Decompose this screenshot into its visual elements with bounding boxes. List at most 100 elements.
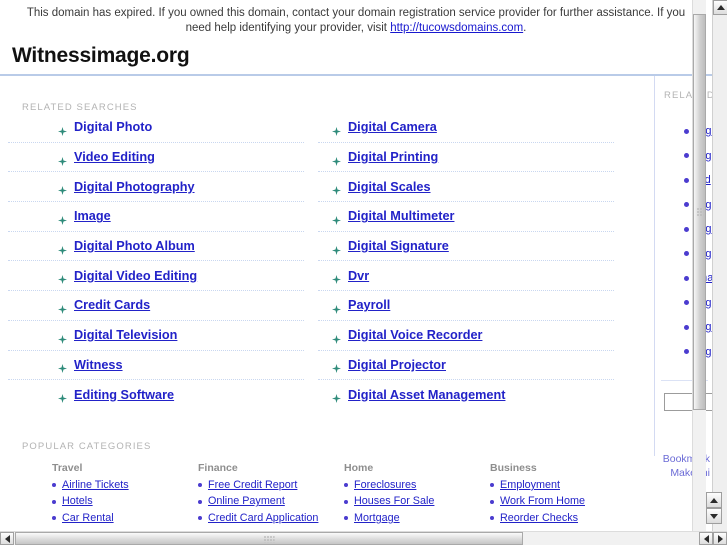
notice-text-after: . (523, 22, 527, 34)
category-item[interactable]: Reorder Checks (490, 510, 636, 527)
related-search-item[interactable]: Digital Photography (8, 172, 304, 203)
sparkle-bullet-icon (332, 331, 341, 344)
category-item[interactable]: Car Rental (52, 510, 198, 527)
sparkle-bullet-icon (58, 123, 67, 136)
scrollbar-grip-icon (263, 535, 275, 542)
related-searches-columns: Digital Photo Video Editing Digital Photog… (0, 113, 648, 409)
related-search-item[interactable]: Digital Projector (318, 351, 614, 381)
related-search-item[interactable]: Dvr (318, 261, 614, 292)
related-search-item[interactable]: Digital Scales (318, 172, 614, 203)
dot-bullet-icon (344, 516, 348, 521)
related-search-link[interactable]: Digital Television (74, 328, 177, 342)
sparkle-bullet-icon (58, 390, 67, 404)
related-search-item[interactable]: Digital Voice Recorder (318, 321, 614, 351)
related-search-link[interactable]: Payroll (348, 298, 390, 312)
related-search-link[interactable]: Digital Scales (348, 180, 431, 194)
scroll-left-button[interactable] (0, 532, 14, 545)
dot-bullet-icon (684, 128, 689, 134)
related-search-item[interactable]: Digital Multimeter (318, 202, 614, 232)
related-search-item[interactable]: Digital Camera (318, 113, 614, 143)
sparkle-bullet-icon (332, 360, 341, 374)
related-search-item[interactable]: Digital Printing (318, 143, 614, 173)
related-search-link[interactable]: Editing Software (74, 388, 174, 402)
tucows-domains-link[interactable]: http://tucowsdomains.com (390, 22, 523, 34)
inner-vertical-scrollbar-thumb[interactable] (693, 14, 706, 410)
category-item[interactable]: Online Payment (198, 493, 344, 510)
category-link[interactable]: Foreclosures (354, 477, 416, 494)
category-link[interactable]: Employment (500, 477, 560, 494)
category-link[interactable]: Hotels (62, 493, 93, 510)
related-search-item[interactable]: Editing Software (8, 380, 304, 409)
related-search-link[interactable]: Digital Video Editing (74, 269, 197, 283)
related-search-item[interactable]: Digital Video Editing (8, 261, 304, 292)
category-link[interactable]: Work From Home (500, 493, 585, 510)
category-item[interactable]: Work From Home (490, 493, 636, 510)
category-item[interactable]: Free Credit Report (198, 477, 344, 494)
related-search-item[interactable]: Digital Photo Album (8, 232, 304, 262)
horizontal-scrollbar[interactable] (0, 531, 727, 545)
related-search-item[interactable]: Image (8, 202, 304, 232)
scroll-right-button[interactable] (713, 532, 727, 545)
related-search-link[interactable]: Dvr (348, 269, 369, 283)
related-search-link[interactable]: Digital Projector (348, 358, 446, 372)
dot-bullet-icon (198, 499, 202, 504)
category-link[interactable]: Mortgage (354, 510, 400, 527)
category-item[interactable]: Foreclosures (344, 477, 490, 494)
scroll-left-button-secondary[interactable] (699, 532, 713, 545)
related-searches-label: RELATED SEARCHES (22, 102, 138, 113)
inner-vertical-scrollbar[interactable] (692, 0, 706, 531)
related-search-link[interactable]: Digital Printing (348, 150, 438, 164)
category-item[interactable]: Airline Tickets (52, 477, 198, 494)
dot-bullet-icon (684, 177, 689, 183)
related-searches-column-right: Digital Camera Digital Printing Digital Sc… (318, 113, 614, 409)
related-search-link[interactable]: Digital Camera (348, 120, 437, 134)
related-search-link[interactable]: Credit Cards (74, 298, 150, 312)
related-search-link[interactable]: Digital Photography (74, 180, 195, 194)
inner-scroll-up-button[interactable] (706, 492, 722, 508)
category-item[interactable]: Houses For Sale (344, 493, 490, 510)
popular-categories-columns: Travel Airline Tickets Hotels Car Rental Fin… (0, 452, 654, 527)
sparkle-bullet-icon (58, 331, 67, 344)
related-search-item[interactable]: Video Editing (8, 143, 304, 173)
related-search-link[interactable]: Digital Multimeter (348, 209, 454, 223)
related-search-link[interactable]: Image (74, 209, 111, 223)
related-search-item[interactable]: Witness (8, 351, 304, 381)
category-link[interactable]: Airline Tickets (62, 477, 129, 494)
dot-bullet-icon (198, 516, 202, 521)
category-link[interactable]: Credit Card Application (208, 510, 318, 527)
category-link[interactable]: Reorder Checks (500, 510, 578, 527)
inner-scroll-down-button[interactable] (706, 508, 722, 524)
related-search-item[interactable]: Digital Signature (318, 232, 614, 262)
related-search-link[interactable]: Digital Asset Management (348, 388, 505, 402)
domain-expiry-notice: This domain has expired. If you owned th… (0, 0, 712, 40)
sparkle-bullet-icon (58, 212, 67, 225)
scroll-up-button[interactable] (713, 0, 727, 15)
related-searches-section: RELATED SEARCHES Digital Photo Video Edit… (0, 76, 654, 409)
category-heading: Business (490, 461, 537, 474)
related-search-link[interactable]: Video Editing (74, 150, 155, 164)
dot-bullet-icon (490, 516, 494, 521)
related-search-link[interactable]: Digital Voice Recorder (348, 328, 482, 342)
related-search-item[interactable]: Credit Cards (8, 291, 304, 321)
related-search-link[interactable]: Digital Photo Album (74, 239, 195, 253)
horizontal-scrollbar-track[interactable] (523, 532, 699, 545)
category-item[interactable]: Employment (490, 477, 636, 494)
category-item[interactable]: Hotels (52, 493, 198, 510)
category-link[interactable]: Online Payment (208, 493, 285, 510)
category-item[interactable]: Credit Card Application (198, 510, 344, 527)
category-link[interactable]: Car Rental (62, 510, 114, 527)
category-link[interactable]: Free Credit Report (208, 477, 297, 494)
related-search-item[interactable]: Digital Asset Management (318, 380, 614, 409)
category-column: Finance Free Credit Report Online Payment C… (198, 462, 344, 527)
browser-vertical-scrollbar[interactable] (712, 0, 727, 531)
dot-bullet-icon (52, 483, 56, 488)
related-search-link[interactable]: Witness (74, 358, 123, 372)
horizontal-scrollbar-thumb[interactable] (15, 532, 523, 545)
related-search-item[interactable]: Digital Photo (8, 113, 304, 143)
category-link[interactable]: Houses For Sale (354, 493, 434, 510)
category-item[interactable]: Mortgage (344, 510, 490, 527)
related-search-item[interactable]: Digital Television (8, 321, 304, 351)
related-search-link[interactable]: Digital Photo (74, 120, 152, 134)
related-search-item[interactable]: Payroll (318, 291, 614, 321)
related-search-link[interactable]: Digital Signature (348, 239, 449, 253)
